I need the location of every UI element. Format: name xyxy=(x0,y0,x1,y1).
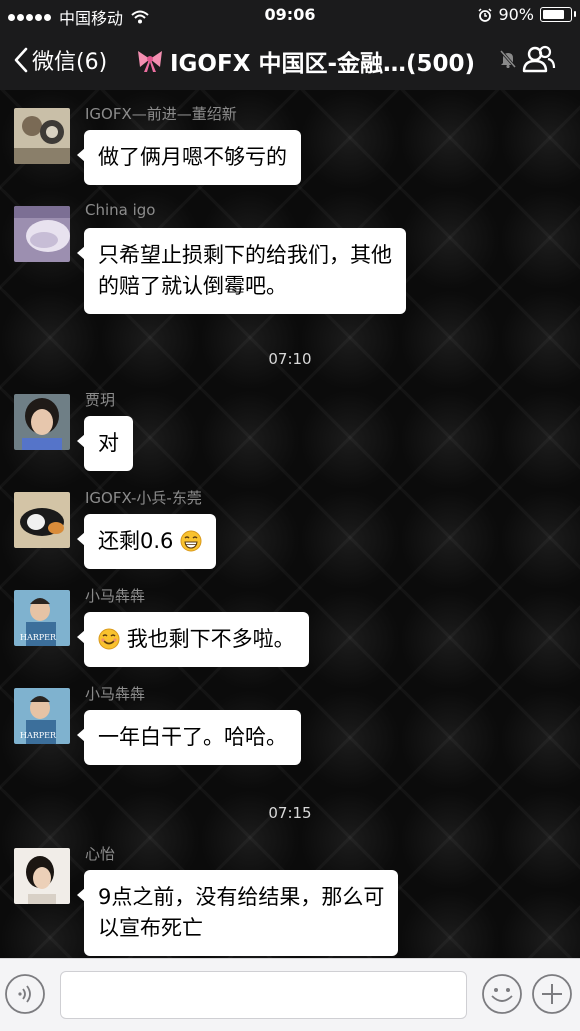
plus-icon[interactable] xyxy=(531,973,573,1015)
avatar[interactable] xyxy=(14,848,70,904)
smile-emoji-icon xyxy=(98,628,120,650)
message-bubble[interactable]: 一年白干了。哈哈。 xyxy=(77,710,301,765)
mute-bell-icon xyxy=(500,50,516,68)
message-bubble[interactable]: 做了俩月嗯不够亏的 xyxy=(77,130,301,185)
message-text: 一年白干了。哈哈。 xyxy=(98,725,287,749)
sender-name: 小马犇犇 xyxy=(85,685,146,703)
message-bubble[interactable]: 对 xyxy=(77,416,133,471)
message-bubble[interactable]: 只希望止损剩下的给我们，其他 的赔了就认倒霉吧。 xyxy=(77,228,406,314)
sender-name: 心怡 xyxy=(85,845,116,863)
message-text: 的赔了就认倒霉吧。 xyxy=(98,274,287,298)
message-text-content: 还剩0.6 xyxy=(98,529,174,553)
sender-name: IGOFX-小兵-东莞 xyxy=(85,489,202,507)
emoji-face-icon[interactable] xyxy=(481,973,523,1015)
bow-emoji-icon xyxy=(138,51,162,72)
battery-icon xyxy=(540,7,576,22)
sender-name: 小马犇犇 xyxy=(85,587,146,605)
back-label: 微信(6) xyxy=(32,50,108,75)
message-text: 9点之前，没有给结果，那么可 xyxy=(98,885,385,909)
chat-title: IGOFX 中国区-金融…(500) xyxy=(136,44,475,78)
message-text-content: 我也剩下不多啦。 xyxy=(126,627,295,651)
svg-text:HARPER: HARPER xyxy=(20,731,57,740)
alarm-icon xyxy=(478,7,492,22)
avatar[interactable]: HARPER xyxy=(14,590,70,646)
sender-name: IGOFX—前进—董绍新 xyxy=(85,105,237,123)
battery-percent: 90% xyxy=(498,5,534,24)
chat-history[interactable]: IGOFX—前进—董绍新 做了俩月嗯不够亏的 China igo 只希望止损剩下… xyxy=(0,90,580,958)
chat-title-text: IGOFX 中国区-金融…(500) xyxy=(170,51,476,77)
group-members-icon[interactable] xyxy=(522,44,556,74)
avatar[interactable] xyxy=(14,206,70,262)
message-bubble[interactable]: 9点之前，没有给结果，那么可 以宣布死亡 xyxy=(76,870,399,956)
grin-emoji-icon xyxy=(180,530,202,552)
avatar[interactable]: HARPER xyxy=(14,688,70,744)
message-input[interactable] xyxy=(60,971,467,1019)
nav-bar: 微信(6) IGOFX 中国区-金融…(500) xyxy=(0,30,580,90)
message-text: 以宣布死亡 xyxy=(98,916,203,940)
sender-name: China igo xyxy=(85,201,156,219)
avatar[interactable] xyxy=(14,492,70,548)
message-text: 还剩0.6 xyxy=(98,526,202,557)
message-text: 做了俩月嗯不够亏的 xyxy=(98,145,287,169)
message-bubble[interactable]: 我也剩下不多啦。 xyxy=(77,612,309,667)
back-button[interactable]: 微信(6) xyxy=(14,44,107,76)
back-chevron-icon xyxy=(14,47,28,73)
input-bar xyxy=(0,958,580,1031)
timestamp: 07:10 xyxy=(268,350,312,368)
timestamp: 07:15 xyxy=(268,804,312,822)
svg-text:HARPER: HARPER xyxy=(20,633,57,642)
message-text: 对 xyxy=(98,431,119,455)
sender-name: 贾玥 xyxy=(85,391,116,409)
avatar[interactable] xyxy=(14,394,70,450)
voice-icon[interactable] xyxy=(4,973,46,1015)
message-bubble[interactable]: 还剩0.6 xyxy=(76,514,217,569)
message-text: 我也剩下不多啦。 xyxy=(98,624,295,655)
message-text: 只希望止损剩下的给我们，其他 xyxy=(98,243,392,267)
status-bar: 中国移动 09:06 90% xyxy=(0,0,580,30)
avatar[interactable] xyxy=(14,108,70,164)
